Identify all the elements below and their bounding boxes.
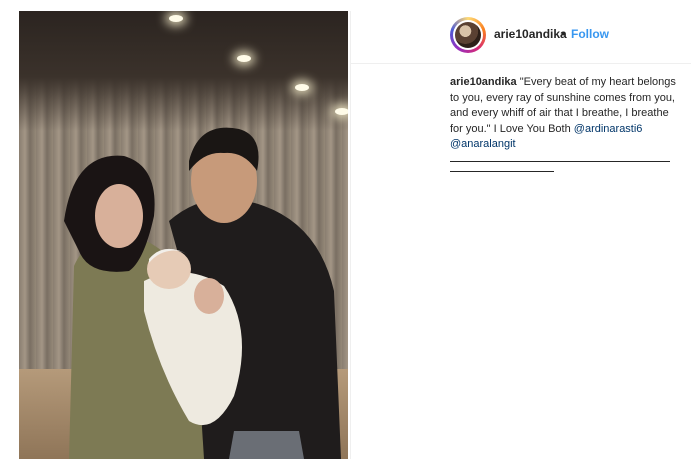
separator-dot: •: [561, 27, 566, 41]
username-link[interactable]: arie10andika: [494, 27, 567, 41]
avatar[interactable]: [450, 17, 486, 53]
post-photo[interactable]: [19, 11, 348, 459]
follow-button[interactable]: Follow: [571, 27, 609, 41]
family-figures: [64, 127, 341, 459]
caption-username[interactable]: arie10andika: [450, 76, 517, 88]
mention-link[interactable]: @anaralangit: [450, 138, 516, 150]
post-caption: arie10andika "Every beat of my heart bel…: [450, 75, 682, 172]
caption-underline: [450, 160, 670, 162]
caption-underline: [450, 170, 554, 172]
avatar-border: [453, 20, 483, 50]
post-header: arie10andika • Follow: [351, 11, 691, 64]
mention-link[interactable]: @ardinarasti6: [574, 123, 643, 135]
post-side-panel: arie10andika • Follow arie10andika "Ever…: [351, 11, 691, 459]
avatar-image: [455, 22, 481, 48]
